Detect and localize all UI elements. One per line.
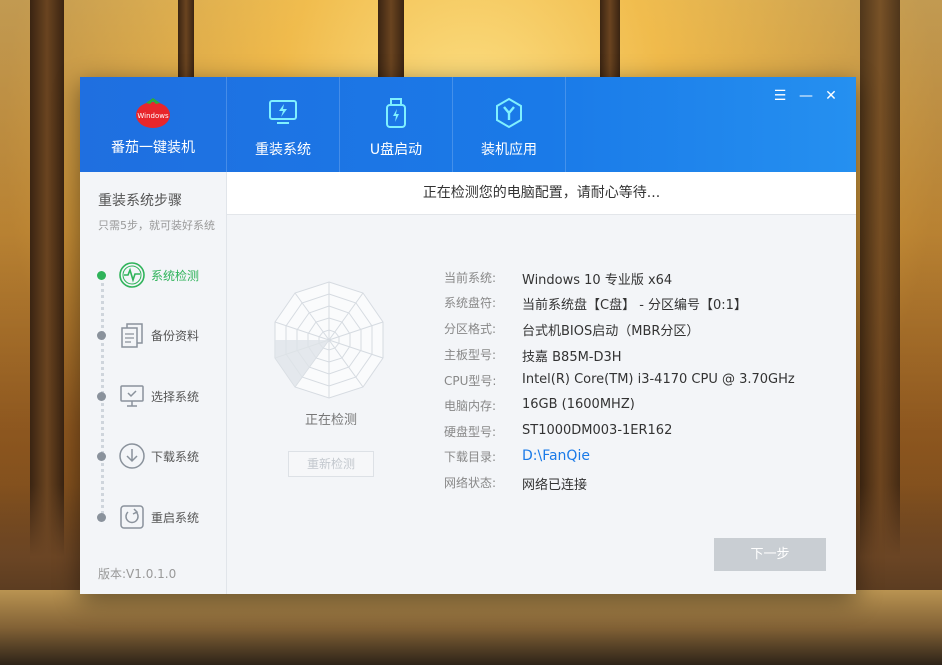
step-backup: 备份资料 <box>94 321 224 351</box>
step-system-check: 系统检测 <box>94 261 224 291</box>
steps-sidebar: 重装系统步骤 只需5步，就可装好系统 系统检测 备份资料 选择系统 下载系统 重… <box>80 172 227 594</box>
info-value: Windows 10 专业版 x64 <box>522 273 673 288</box>
tomato-logo-icon: Windows <box>136 98 170 128</box>
info-key: 电脑内存: <box>444 399 497 413</box>
documents-icon <box>121 323 143 348</box>
radar-scan-icon <box>274 281 384 399</box>
info-key: 系统盘符: <box>444 296 497 310</box>
monitor-lightning-icon <box>269 100 297 124</box>
steps-subtitle: 只需5步，就可装好系统 <box>98 219 215 232</box>
step-select-system: 选择系统 <box>94 382 224 412</box>
titlebar: Windows 番茄一键装机 重装系统 U盘启动 装机应用 ☰ — ✕ <box>80 77 856 172</box>
step-label: 系统检测 <box>151 269 200 283</box>
info-value: Intel(R) Core(TM) i3-4170 CPU @ 3.70GHz <box>522 372 795 387</box>
retry-button[interactable]: 重新检测 <box>288 451 374 477</box>
tab-reinstall[interactable]: 重装系统 <box>226 77 339 172</box>
brand: Windows 番茄一键装机 <box>80 77 226 172</box>
step-dot <box>97 392 106 401</box>
download-dir-link[interactable]: D:\FanQie <box>522 448 590 464</box>
info-value: 台式机BIOS启动（MBR分区） <box>522 324 700 339</box>
tab-label: U盘启动 <box>369 142 423 158</box>
detecting-label: 正在检测 <box>304 413 357 428</box>
step-dot <box>97 513 106 522</box>
svg-text:Windows: Windows <box>137 112 169 120</box>
usb-drive-icon <box>386 98 406 128</box>
tab-label: 装机应用 <box>481 142 537 158</box>
download-circle-icon <box>119 443 145 469</box>
info-value: 网络已连接 <box>522 478 588 493</box>
step-label: 选择系统 <box>151 390 200 404</box>
version-label: 版本:V1.0.1.0 <box>98 567 177 581</box>
app-hexagon-icon <box>496 97 522 129</box>
pulse-circle-icon <box>119 262 145 288</box>
step-label: 备份资料 <box>151 329 200 343</box>
tree-trunk <box>30 0 64 560</box>
tree-trunk <box>860 0 900 560</box>
info-value: 16GB (1600MHZ) <box>522 397 635 412</box>
step-dot <box>97 331 106 340</box>
stream <box>0 590 942 665</box>
app-name: 番茄一键装机 <box>111 140 195 156</box>
step-dot <box>97 271 106 280</box>
tree-trunk <box>600 0 620 80</box>
info-key: 当前系统: <box>444 271 497 285</box>
menu-icon[interactable]: ☰ <box>770 86 790 106</box>
info-value: ST1000DM003-1ER162 <box>522 423 673 438</box>
step-label: 下载系统 <box>151 450 200 464</box>
info-key: 分区格式: <box>444 322 497 336</box>
monitor-select-icon <box>120 385 144 407</box>
installer-window: Windows 番茄一键装机 重装系统 U盘启动 装机应用 ☰ — ✕ 重装系统… <box>80 77 856 594</box>
restart-icon <box>120 505 144 529</box>
step-download: 下载系统 <box>94 442 224 472</box>
info-key: 下载目录: <box>444 450 497 464</box>
status-header: 正在检测您的电脑配置，请耐心等待... <box>227 172 856 215</box>
tab-apps[interactable]: 装机应用 <box>452 77 566 172</box>
info-key: CPU型号: <box>444 374 497 388</box>
info-value: 技嘉 B85M-D3H <box>522 350 622 365</box>
tab-usb-boot[interactable]: U盘启动 <box>339 77 452 172</box>
next-button[interactable]: 下一步 <box>714 538 826 571</box>
step-dot <box>97 452 106 461</box>
info-key: 网络状态: <box>444 476 497 490</box>
info-key: 主板型号: <box>444 348 497 362</box>
step-label: 重启系统 <box>151 511 200 525</box>
steps-title: 重装系统步骤 <box>98 193 182 209</box>
main-panel: 正在检测您的电脑配置，请耐心等待... 正在检测 重新检测 当前系统: Wind… <box>227 172 856 594</box>
info-key: 硬盘型号: <box>444 425 497 439</box>
info-value: 当前系统盘【C盘】 - 分区编号【0:1】 <box>522 298 747 313</box>
step-restart: 重启系统 <box>94 503 224 533</box>
minimize-icon[interactable]: — <box>796 86 816 106</box>
close-icon[interactable]: ✕ <box>821 86 841 106</box>
tab-label: 重装系统 <box>255 142 311 158</box>
